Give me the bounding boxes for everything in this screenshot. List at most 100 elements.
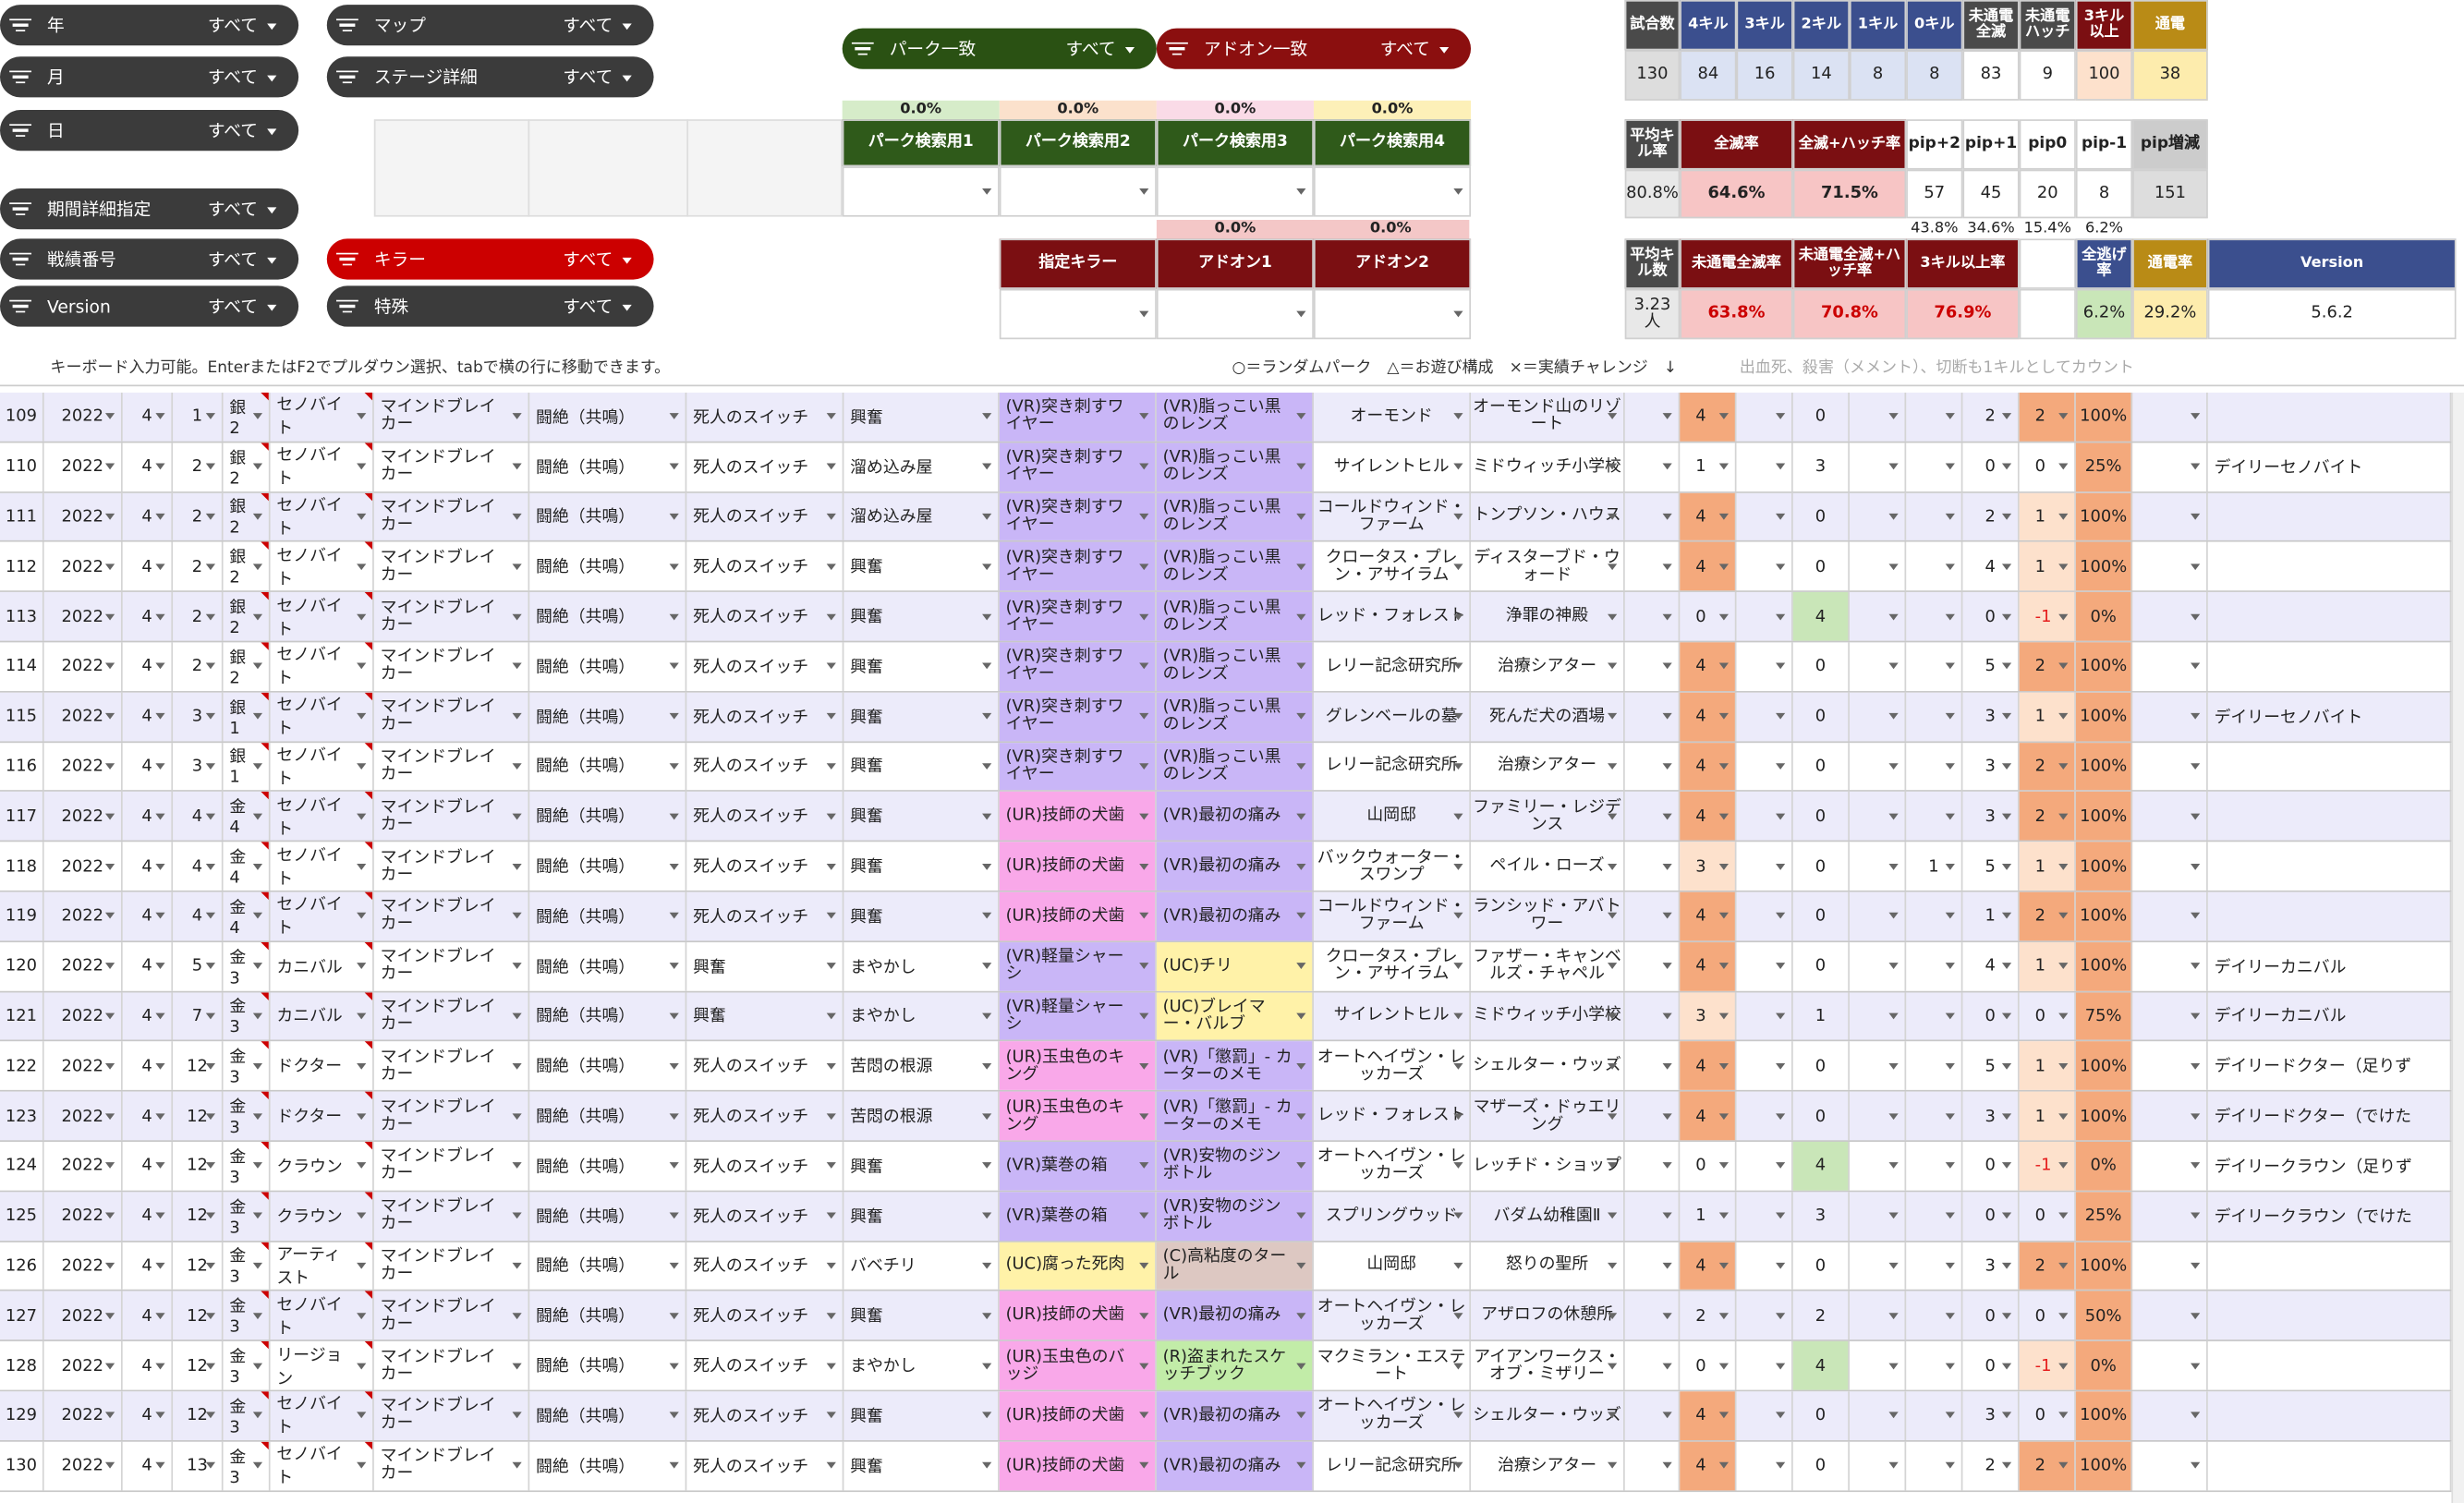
cell-rk[interactable]: 金3 bbox=[224, 1341, 271, 1390]
cell-d[interactable]: 2 bbox=[173, 492, 224, 541]
cell-p4[interactable]: 興奮 bbox=[844, 692, 1000, 741]
cell-rk[interactable]: 金4 bbox=[224, 842, 271, 891]
cell-_x[interactable] bbox=[1625, 1041, 1681, 1091]
cell-ver[interactable] bbox=[2208, 891, 2452, 941]
cell-e3[interactable] bbox=[1906, 1041, 1963, 1091]
cell-m[interactable]: 4 bbox=[123, 642, 174, 691]
cell-_w[interactable] bbox=[2132, 1242, 2208, 1291]
cell-st[interactable]: マザーズ・ドゥエリング bbox=[1471, 1091, 1625, 1141]
cell-rk[interactable]: 金3 bbox=[224, 941, 271, 991]
cell-_w[interactable] bbox=[2132, 1091, 2208, 1141]
cell-_x[interactable] bbox=[1625, 991, 1681, 1041]
cell-mp[interactable]: サイレントヒル bbox=[1314, 442, 1472, 491]
cell-p4[interactable]: バベチリ bbox=[844, 1242, 1000, 1291]
cell-mp[interactable]: レッド・フォレスト bbox=[1314, 1091, 1472, 1141]
cell-_w[interactable] bbox=[2132, 742, 2208, 791]
cell-rk[interactable]: 銀1 bbox=[224, 692, 271, 741]
cell-_z[interactable] bbox=[1850, 742, 1907, 791]
cell-_w[interactable] bbox=[2132, 592, 2208, 641]
cell-rk[interactable]: 金3 bbox=[224, 1441, 271, 1490]
cell-pp[interactable]: 0 bbox=[1962, 1192, 2020, 1241]
cell-st[interactable]: ペイル・ローズ bbox=[1471, 842, 1625, 891]
cell-k[interactable]: ドクター bbox=[271, 1041, 374, 1091]
cell-d[interactable]: 4 bbox=[173, 792, 224, 841]
cell-k4[interactable]: 3 bbox=[1680, 991, 1737, 1041]
cell-p1[interactable]: マインドブレイカー bbox=[374, 1242, 530, 1291]
cell-a2[interactable]: (VR)脂っこい黒のレンズ bbox=[1156, 393, 1314, 442]
cell-e3[interactable] bbox=[1906, 891, 1963, 941]
cell-a2[interactable]: (VR)脂っこい黒のレンズ bbox=[1156, 492, 1314, 541]
cell-k4[interactable]: 4 bbox=[1680, 792, 1737, 841]
cell-_z[interactable] bbox=[1850, 1041, 1907, 1091]
killer-search-select[interactable] bbox=[1156, 288, 1314, 340]
cell-p2[interactable]: 闘絶（共鳴） bbox=[529, 1391, 687, 1440]
cell-mp[interactable]: クロータス・プレン・アサイラム bbox=[1314, 542, 1472, 591]
cell-_z[interactable] bbox=[1850, 1441, 1907, 1490]
cell-p4[interactable]: 興奮 bbox=[844, 792, 1000, 841]
cell-p1[interactable]: マインドブレイカー bbox=[374, 492, 530, 541]
cell-_w[interactable] bbox=[2132, 492, 2208, 541]
cell-e3[interactable]: 1 bbox=[1906, 842, 1963, 891]
cell-p4[interactable]: 興奮 bbox=[844, 592, 1000, 641]
cell-_x[interactable] bbox=[1625, 492, 1681, 541]
cell-_w[interactable] bbox=[2132, 1341, 2208, 1390]
cell-m[interactable]: 4 bbox=[123, 991, 174, 1041]
cell-k4[interactable]: 4 bbox=[1680, 1391, 1737, 1440]
cell-mp[interactable]: グレンベールの墓 bbox=[1314, 692, 1472, 741]
cell-mp[interactable]: オートヘイヴン・レッカーズ bbox=[1314, 1391, 1472, 1440]
cell-a1[interactable]: (VR)突き刺すワイヤー bbox=[999, 692, 1157, 741]
cell-a2[interactable]: (VR)最初の痛み bbox=[1156, 792, 1314, 841]
killer-search-select[interactable] bbox=[999, 288, 1157, 340]
filter-day[interactable]: 日 すべて bbox=[0, 110, 299, 152]
cell-a2[interactable]: (VR)最初の痛み bbox=[1156, 1391, 1314, 1440]
cell-_z[interactable] bbox=[1850, 991, 1907, 1041]
cell-_x[interactable] bbox=[1625, 1291, 1681, 1340]
cell-p2[interactable]: 闘絶（共鳴） bbox=[529, 1242, 687, 1291]
cell-pip[interactable]: 1 bbox=[2019, 941, 2076, 991]
cell-_x[interactable] bbox=[1625, 792, 1681, 841]
cell-a1[interactable]: (UR)技師の犬歯 bbox=[999, 1441, 1157, 1490]
cell-ver[interactable]: デイリーカニバル bbox=[2208, 941, 2452, 991]
cell-p1[interactable]: マインドブレイカー bbox=[374, 941, 530, 991]
cell-k[interactable]: セノバイト bbox=[271, 492, 374, 541]
cell-d[interactable]: 2 bbox=[173, 642, 224, 691]
cell-m[interactable]: 4 bbox=[123, 442, 174, 491]
cell-rk[interactable]: 金4 bbox=[224, 792, 271, 841]
cell-e3[interactable] bbox=[1906, 991, 1963, 1041]
cell-_w[interactable] bbox=[2132, 442, 2208, 491]
cell-a1[interactable]: (VR)突き刺すワイヤー bbox=[999, 442, 1157, 491]
cell-st[interactable]: 治療シアター bbox=[1471, 1441, 1625, 1490]
cell-d[interactable]: 2 bbox=[173, 442, 224, 491]
cell-k4[interactable]: 4 bbox=[1680, 492, 1737, 541]
cell-p3[interactable]: 死人のスイッチ bbox=[686, 492, 844, 541]
cell-m[interactable]: 4 bbox=[123, 891, 174, 941]
cell-_z[interactable] bbox=[1850, 442, 1907, 491]
cell-p2[interactable]: 闘絶（共鳴） bbox=[529, 1141, 687, 1191]
perk-search-select[interactable] bbox=[842, 166, 1000, 217]
cell-p3[interactable]: 死人のスイッチ bbox=[686, 891, 844, 941]
filter-special[interactable]: 特殊 すべて bbox=[326, 285, 654, 327]
cell-st[interactable]: 怒りの聖所 bbox=[1471, 1242, 1625, 1291]
cell-_y[interactable] bbox=[1736, 1441, 1793, 1490]
cell-a2[interactable]: (VR)「懲罰」- カーターのメモ bbox=[1156, 1041, 1314, 1091]
cell-p3[interactable]: 死人のスイッチ bbox=[686, 792, 844, 841]
cell-_w[interactable] bbox=[2132, 642, 2208, 691]
cell-st[interactable]: 浄罪の神殿 bbox=[1471, 592, 1625, 641]
cell-k[interactable]: セノバイト bbox=[271, 1441, 374, 1490]
cell-a1[interactable]: (VR)突き刺すワイヤー bbox=[999, 742, 1157, 791]
cell-k4[interactable]: 4 bbox=[1680, 1091, 1737, 1141]
cell-k4[interactable]: 4 bbox=[1680, 891, 1737, 941]
cell-_x[interactable] bbox=[1625, 1242, 1681, 1291]
cell-rk[interactable]: 金3 bbox=[224, 1091, 271, 1141]
cell-pip[interactable]: 2 bbox=[2019, 393, 2076, 442]
cell-_w[interactable] bbox=[2132, 1041, 2208, 1091]
cell-a2[interactable]: (VR)脂っこい黒のレンズ bbox=[1156, 442, 1314, 491]
filter-version[interactable]: Version すべて bbox=[0, 285, 299, 327]
cell-_z[interactable] bbox=[1850, 692, 1907, 741]
cell-p2[interactable]: 闘絶（共鳴） bbox=[529, 1291, 687, 1340]
cell-mp[interactable]: オートヘイヴン・レッカーズ bbox=[1314, 1041, 1472, 1091]
cell-st[interactable]: シェルター・ウッズ bbox=[1471, 1391, 1625, 1440]
cell-k[interactable]: カニバル bbox=[271, 991, 374, 1041]
cell-mp[interactable]: スプリングウッド bbox=[1314, 1192, 1472, 1241]
cell-pip[interactable]: 1 bbox=[2019, 692, 2076, 741]
